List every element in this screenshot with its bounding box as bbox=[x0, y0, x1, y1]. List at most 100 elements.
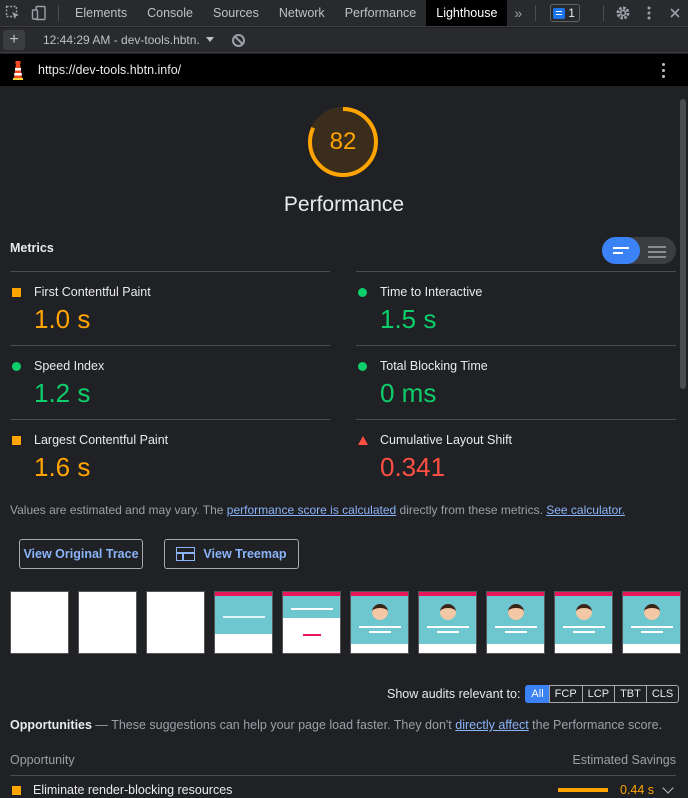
issues-badge[interactable]: 1 bbox=[550, 4, 580, 22]
customize-menu-icon[interactable] bbox=[636, 0, 662, 26]
filmstrip-frame bbox=[146, 591, 205, 654]
pass-indicator-icon bbox=[358, 362, 367, 371]
opportunities-table-header: Opportunity Estimated Savings bbox=[10, 753, 676, 767]
metric-label: Time to Interactive bbox=[380, 285, 483, 299]
opp-text-after: the Performance score. bbox=[528, 718, 663, 732]
see-calculator-link[interactable]: See calculator. bbox=[546, 503, 625, 517]
lighthouse-logo-icon bbox=[11, 60, 25, 80]
average-indicator-icon bbox=[12, 785, 21, 795]
tab-lighthouse[interactable]: Lighthouse bbox=[426, 0, 508, 26]
metrics-view-toggle[interactable] bbox=[602, 237, 676, 264]
metric-value: 1.5 s bbox=[380, 304, 437, 334]
filter-chip-fcp[interactable]: FCP bbox=[548, 685, 583, 703]
filmstrip-frame bbox=[10, 591, 69, 654]
message-icon bbox=[553, 7, 566, 19]
metric-value: 1.6 s bbox=[34, 452, 91, 482]
report-url-bar: https://dev-tools.hbtn.info/ bbox=[0, 54, 688, 86]
metric-value: 1.0 s bbox=[34, 304, 91, 334]
metric-fcp: First Contentful Paint 1.0 s bbox=[10, 271, 330, 345]
filmstrip-frame bbox=[418, 591, 477, 654]
report-selector-label: 12:44:29 AM - dev-tools.hbtn. bbox=[43, 33, 200, 47]
toolbar-divider bbox=[58, 5, 59, 21]
toolbar-divider bbox=[535, 5, 537, 21]
report-selector[interactable]: 12:44:29 AM - dev-tools.hbtn. bbox=[43, 33, 214, 47]
filmstrip-frame bbox=[350, 591, 409, 654]
clear-reports-icon[interactable] bbox=[231, 33, 245, 47]
view-treemap-label: View Treemap bbox=[203, 547, 287, 561]
issues-count: 1 bbox=[568, 6, 575, 20]
close-icon[interactable] bbox=[662, 0, 688, 26]
pass-indicator-icon bbox=[358, 288, 367, 297]
note-middle: directly from these metrics. bbox=[396, 503, 547, 517]
metric-speed-index: Speed Index 1.2 s bbox=[10, 345, 330, 419]
treemap-icon bbox=[176, 547, 196, 561]
filmstrip-frame bbox=[554, 591, 613, 654]
score-calculated-link[interactable]: performance score is calculated bbox=[227, 503, 396, 517]
view-original-trace-label: View Original Trace bbox=[23, 547, 139, 561]
opportunity-saving: 0.44 s bbox=[619, 783, 654, 797]
toolbar-divider bbox=[603, 5, 604, 21]
tab-performance[interactable]: Performance bbox=[335, 0, 427, 26]
chevron-down-icon[interactable] bbox=[662, 782, 674, 794]
view-original-trace-button[interactable]: View Original Trace bbox=[19, 539, 143, 569]
new-report-button[interactable]: + bbox=[3, 30, 25, 50]
metric-label: First Contentful Paint bbox=[34, 285, 151, 299]
metric-label: Total Blocking Time bbox=[380, 359, 488, 373]
savings-bar bbox=[557, 788, 608, 792]
directly-affect-link[interactable]: directly affect bbox=[455, 718, 528, 732]
divider bbox=[10, 775, 676, 776]
opp-text-before: These suggestions can help your page loa… bbox=[111, 718, 456, 732]
filmstrip-frame bbox=[622, 591, 681, 654]
report-scrollbar[interactable] bbox=[680, 99, 686, 389]
expanded-view-icon bbox=[648, 246, 666, 258]
view-treemap-button[interactable]: View Treemap bbox=[164, 539, 299, 569]
opp-dash: — bbox=[91, 718, 112, 732]
metric-lcp: Largest Contentful Paint 1.6 s bbox=[10, 419, 330, 493]
lighthouse-toolbar: + 12:44:29 AM - dev-tools.hbtn. bbox=[0, 28, 688, 53]
note-prefix: Values are estimated and may vary. The bbox=[10, 503, 227, 517]
inspect-element-icon[interactable] bbox=[0, 0, 26, 26]
metric-label: Cumulative Layout Shift bbox=[380, 433, 513, 447]
compact-view-icon bbox=[613, 247, 629, 254]
filter-chip-all[interactable]: All bbox=[525, 685, 550, 703]
filmstrip-frame bbox=[78, 591, 137, 654]
opportunity-column-header: Opportunity bbox=[10, 753, 75, 767]
metric-label: Largest Contentful Paint bbox=[34, 433, 169, 447]
average-indicator-icon bbox=[12, 436, 21, 445]
filmstrip-frame bbox=[282, 591, 341, 654]
metric-tbt: Total Blocking Time 0 ms bbox=[356, 345, 676, 419]
filter-chip-tbt[interactable]: TBT bbox=[614, 685, 647, 703]
lighthouse-report: 82 Performance Metrics First Contentful … bbox=[0, 87, 688, 798]
filter-chip-lcp[interactable]: LCP bbox=[581, 685, 616, 703]
filter-chip-cls[interactable]: CLS bbox=[645, 685, 680, 703]
audit-filter: Show audits relevant to: All FCP LCP TBT… bbox=[387, 685, 680, 703]
metric-value: 1.2 s bbox=[34, 378, 91, 408]
more-tabs-button[interactable]: » bbox=[507, 5, 529, 21]
opportunities-description: Opportunities — These suggestions can he… bbox=[10, 718, 662, 732]
gear-icon[interactable] bbox=[610, 0, 636, 26]
tab-elements[interactable]: Elements bbox=[65, 0, 137, 26]
performance-title: Performance bbox=[283, 193, 405, 216]
metric-value: 0.341 bbox=[380, 452, 446, 482]
opportunity-row[interactable]: Eliminate render-blocking resources 0.44… bbox=[10, 782, 676, 797]
metric-value: 0 ms bbox=[380, 378, 437, 408]
audit-filter-label: Show audits relevant to: bbox=[387, 687, 521, 701]
pass-indicator-icon bbox=[12, 362, 21, 371]
report-menu-icon[interactable] bbox=[662, 62, 666, 78]
metric-label: Speed Index bbox=[34, 359, 105, 373]
metric-cls: Cumulative Layout Shift 0.341 bbox=[356, 419, 676, 493]
tab-network[interactable]: Network bbox=[269, 0, 335, 26]
fail-indicator-icon bbox=[358, 436, 368, 445]
tab-sources[interactable]: Sources bbox=[203, 0, 269, 26]
opportunity-label: Eliminate render-blocking resources bbox=[33, 783, 233, 797]
tab-console[interactable]: Console bbox=[137, 0, 203, 26]
filmstrip bbox=[10, 591, 681, 654]
opportunities-heading: Opportunities bbox=[10, 718, 92, 732]
report-url: https://dev-tools.hbtn.info/ bbox=[38, 63, 182, 77]
devtools-tabbar: Elements Console Sources Network Perform… bbox=[0, 0, 688, 27]
average-indicator-icon bbox=[12, 288, 21, 297]
filmstrip-frame bbox=[486, 591, 545, 654]
metrics-heading: Metrics bbox=[10, 241, 54, 255]
metric-tti: Time to Interactive 1.5 s bbox=[356, 271, 676, 345]
device-toolbar-icon[interactable] bbox=[26, 0, 52, 26]
